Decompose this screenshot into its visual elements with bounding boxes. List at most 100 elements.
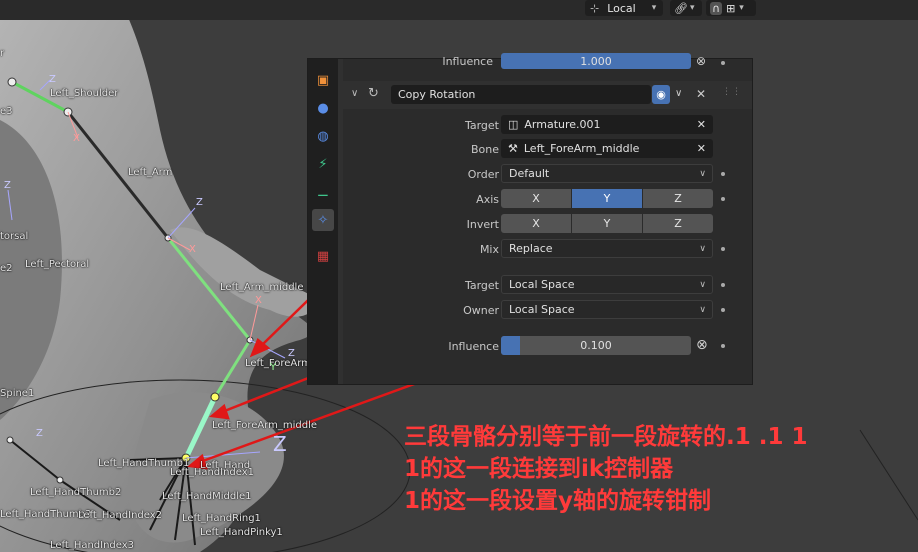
target-field[interactable]: ◫ Armature.001 ✕ — [501, 115, 713, 134]
clear-icon[interactable]: ✕ — [697, 142, 706, 155]
axis-z-label: Z — [196, 197, 203, 208]
mix-dropdown[interactable]: Replace ∨ — [501, 239, 713, 258]
invert-y-toggle[interactable]: Y — [572, 214, 643, 233]
close-icon[interactable]: ⊗ — [696, 54, 706, 68]
axis-x-label: X — [189, 244, 196, 255]
mix-label: Mix — [479, 243, 499, 256]
invert-label: Invert — [466, 218, 499, 231]
axis-x-label: X — [73, 133, 80, 144]
invert-x-toggle[interactable]: X — [501, 214, 572, 233]
viewport-header: ⊹ Local ▾ 🔗︎ ▾ ∩ ⊞ ▾ — [0, 0, 918, 20]
bone-label: Left_HandPinky1 — [200, 527, 283, 538]
influence-fill — [501, 336, 520, 355]
target-space-value: Local Space — [509, 278, 575, 291]
chevron-down-icon: ∨ — [699, 279, 706, 290]
chevron-down-icon[interactable]: ∨ — [675, 88, 682, 99]
close-icon[interactable]: ✕ — [696, 87, 706, 101]
properties-tabs: ▣ ● ◍ ⚡ ⚊ ✧ ▦ — [308, 59, 338, 384]
keyframe-dot[interactable] — [721, 172, 725, 176]
physics-icon[interactable]: ⚡ — [312, 153, 334, 175]
target-space-label: Target — [464, 279, 499, 292]
bone-label: e2 — [0, 263, 13, 274]
bone-label: Left_Shoulder — [50, 88, 119, 99]
keyframe-dot[interactable] — [721, 308, 725, 312]
order-label: Order — [467, 168, 499, 181]
axis-toggle-group: X Y Z — [501, 189, 713, 208]
axis-z-label: Z — [273, 432, 287, 456]
influence-label: Influence — [448, 340, 499, 353]
bone-icon: ⚒︎ — [508, 142, 518, 155]
axis-x-label: X — [255, 295, 262, 306]
bone-label: Left_Arm_middle — [220, 282, 304, 293]
keyframe-dot[interactable] — [721, 283, 725, 287]
modifier-icon[interactable]: ● — [312, 97, 334, 119]
keyframe-dot[interactable] — [721, 344, 725, 348]
chevron-down-icon: ▾ — [689, 3, 695, 13]
axis-label: Axis — [476, 193, 499, 206]
bone-label: Left_HandIndex3 — [50, 540, 135, 551]
bone-label: Left_Pectoral — [25, 259, 90, 270]
object-icon[interactable]: ▣ — [312, 69, 334, 91]
target-space-dropdown[interactable]: Local Space ∨ — [501, 275, 713, 294]
orientation-label: Local — [607, 1, 636, 15]
copy-rotation-icon: ↻ — [368, 86, 379, 101]
invert-z-toggle[interactable]: Z — [643, 214, 713, 233]
disable-keep-transform-icon[interactable]: ⊗ — [696, 337, 708, 353]
link-icon: 🔗︎ — [674, 1, 688, 15]
target-label: Target — [464, 119, 499, 132]
constraint-name-field[interactable]: Copy Rotation — [391, 85, 651, 104]
annotation-line-3: 1的这一段设置y轴的旋转钳制 — [404, 488, 711, 514]
chevron-down-icon: ∨ — [699, 243, 706, 254]
bone-label: Left_HandRing1 — [182, 513, 261, 524]
bone-label: Left_HandMiddle1 — [162, 491, 252, 502]
keyframe-dot[interactable] — [721, 197, 725, 201]
properties-panel: ▣ ● ◍ ⚡ ⚊ ✧ ▦ Influence 1.000 ⊗ ∨ ↻ Copy… — [307, 53, 753, 385]
keyframe-dot[interactable] — [721, 61, 725, 65]
bone-label: Left_HandThumb2 — [30, 487, 122, 498]
bone-label: torsal — [0, 231, 29, 242]
mix-value: Replace — [509, 242, 553, 255]
bone-label: Left_ForeArm — [245, 358, 311, 369]
axis-z-label: Z — [49, 74, 56, 85]
clear-icon[interactable]: ✕ — [697, 118, 706, 131]
order-value: Default — [509, 167, 550, 180]
keyframe-dot[interactable] — [721, 247, 725, 251]
particles-icon[interactable]: ◍ — [312, 125, 334, 147]
chevron-down-icon: ▾ — [651, 3, 657, 13]
orientation-icon: ⊹ — [590, 1, 600, 15]
owner-space-dropdown[interactable]: Local Space ∨ — [501, 300, 713, 319]
constraint-name: Copy Rotation — [398, 88, 476, 101]
annotation-text: 三段骨骼分别等于前一段旋转的.1 .1 1 1的这一段连接到ik控制器 1的这一… — [404, 421, 808, 517]
bone-icon[interactable]: ⚊ — [312, 181, 334, 203]
axis-z-label: Z — [288, 348, 295, 359]
bone-constraint-icon[interactable]: ✧ — [312, 209, 334, 231]
axis-z-toggle[interactable]: Z — [643, 189, 713, 208]
transform-orientation-dropdown[interactable]: ⊹ Local ▾ — [585, 0, 663, 16]
bone-label: Spine1 — [0, 388, 35, 399]
influence-top-label: Influence — [442, 55, 493, 68]
texture-icon[interactable]: ▦ — [312, 245, 334, 267]
order-dropdown[interactable]: Default ∨ — [501, 164, 713, 183]
influence-top-slider[interactable]: 1.000 — [501, 53, 691, 69]
bone-label: Left_HandThumb1 — [98, 458, 190, 469]
axis-y-label: Y — [270, 362, 277, 373]
influence-value: 0.100 — [580, 339, 612, 352]
bone-label: Bone — [470, 143, 499, 156]
chevron-down-icon: ∨ — [699, 168, 706, 179]
axis-y-toggle[interactable]: Y — [572, 189, 643, 208]
drag-handle-icon[interactable]: ⋮⋮ — [722, 87, 742, 97]
bone-field[interactable]: ⚒︎ Left_ForeArm_middle ✕ — [501, 139, 713, 158]
armature-icon: ◫ — [508, 118, 519, 131]
influence-slider[interactable]: 0.100 — [501, 336, 691, 355]
snap-dropdown[interactable]: 🔗︎ ▾ — [670, 0, 702, 16]
invert-toggle-group: X Y Z — [501, 214, 713, 233]
owner-space-label: Owner — [463, 304, 499, 317]
magnet-icon: ∩ — [710, 1, 723, 15]
eye-icon[interactable]: ◉ — [652, 85, 670, 104]
bone-label: r — [0, 48, 5, 59]
axis-x-toggle[interactable]: X — [501, 189, 572, 208]
snapping-toggle[interactable]: ∩ ⊞ ▾ — [706, 0, 756, 16]
axis-z-label: Z — [4, 180, 11, 191]
bone-label: Left_HandIndex2 — [78, 510, 163, 521]
collapse-chevron-icon[interactable]: ∨ — [351, 88, 358, 99]
